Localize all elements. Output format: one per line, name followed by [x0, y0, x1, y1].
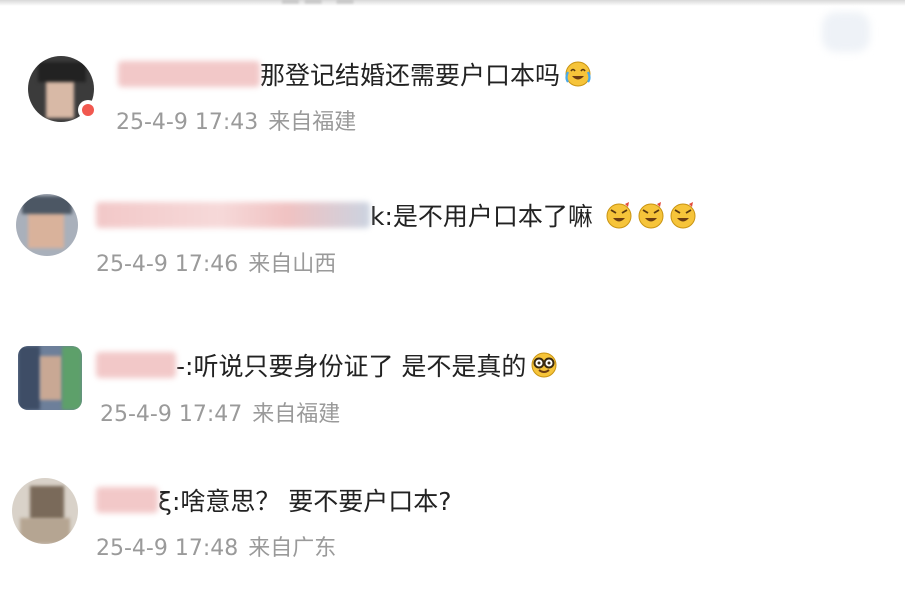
comment-location: 来自福建 [252, 402, 341, 427]
laughing-tears-emoji-icon [565, 61, 591, 87]
verified-badge-icon [78, 100, 98, 120]
cheeky-grin-emoji-icon [670, 202, 696, 229]
comment-time: 25-4-9 17:48 [96, 536, 239, 561]
comment-time: 25-4-9 17:43 [116, 110, 259, 135]
comment-list: ▬▬ ▬ 那登记结婚还需要户口本吗 25-4-9 17:43 来自福建 [0, 0, 905, 600]
comment-time: 25-4-9 17:47 [100, 402, 243, 427]
comment-text: 那登记结婚还需要户口本吗 [260, 61, 561, 90]
comment-text: -:听说只要身份证了 是不是真的 [176, 352, 527, 381]
corner-action-button[interactable] [822, 12, 870, 52]
username-blurred[interactable] [96, 202, 370, 228]
comment-location: 来自广东 [248, 536, 337, 561]
comment-location: 来自福建 [268, 110, 357, 135]
comment-text: ξ:啥意思？ 要不要户口本? [158, 487, 452, 516]
username-blurred[interactable] [96, 487, 158, 513]
cheeky-grin-emoji-icon [606, 202, 632, 229]
comment-location: 来自山西 [248, 252, 337, 277]
username-blurred[interactable] [118, 61, 260, 87]
clipped-header-text: ▬▬ ▬ [280, 0, 357, 11]
comment-time: 25-4-9 17:46 [96, 252, 239, 277]
top-divider [0, 0, 905, 6]
nerd-glasses-emoji-icon [531, 352, 557, 378]
cheeky-grin-emoji-icon [638, 202, 664, 229]
avatar[interactable] [16, 194, 78, 256]
comment-text: k:是不用户口本了嘛 [370, 202, 593, 231]
username-blurred[interactable] [96, 352, 176, 378]
avatar[interactable] [12, 478, 78, 544]
avatar[interactable] [18, 346, 82, 410]
